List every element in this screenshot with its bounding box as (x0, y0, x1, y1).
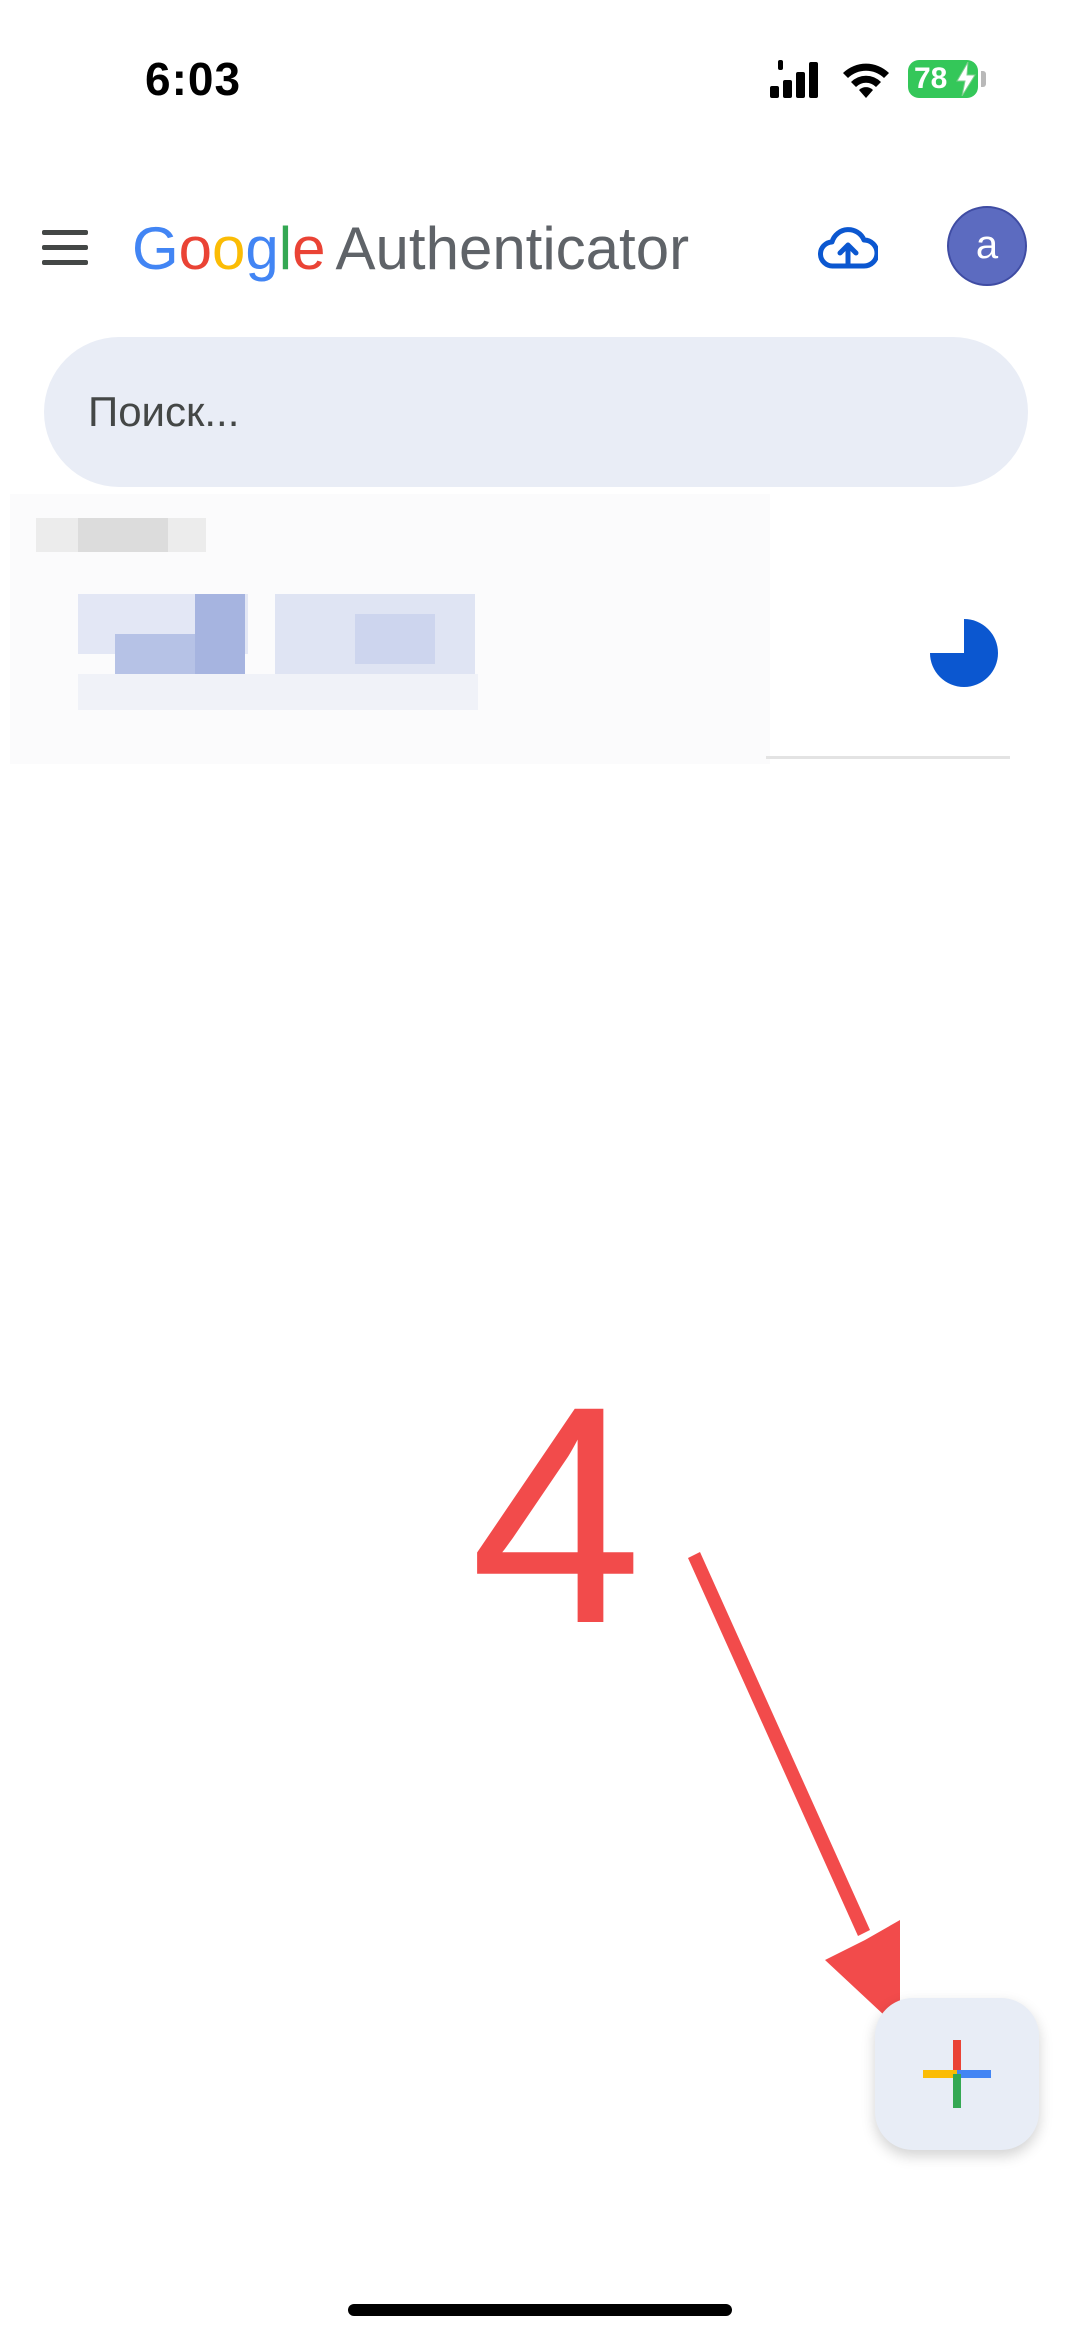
app-name: Authenticator (335, 215, 690, 282)
avatar[interactable]: a (947, 206, 1027, 286)
blurred-issuer (78, 518, 168, 552)
plus-icon (923, 2040, 991, 2108)
brand-letter: l (278, 215, 293, 282)
wifi-icon (843, 63, 889, 98)
brand-letter: o (178, 215, 213, 282)
add-account-button[interactable] (875, 1998, 1039, 2150)
step-number-annotation: 4 (470, 1341, 643, 1688)
brand-letter: o (212, 215, 246, 282)
status-time: 6:03 (145, 53, 242, 105)
brand-letter: e (292, 215, 326, 282)
divider (766, 756, 1010, 759)
blurred-code (195, 594, 245, 674)
charging-bolt-icon (956, 62, 976, 96)
battery-tip (981, 71, 986, 87)
home-indicator[interactable] (348, 2304, 732, 2316)
brand-letter: G (132, 215, 179, 282)
battery-level: 78 (914, 62, 948, 95)
app-logo: Google Authenticator (132, 214, 689, 284)
menu-icon[interactable] (42, 230, 88, 266)
account-list-item[interactable] (10, 494, 1010, 764)
search-input[interactable] (44, 337, 1028, 487)
countdown-timer-icon (930, 619, 998, 687)
brand-letter: g (245, 215, 279, 282)
signal-icon (770, 60, 818, 98)
blurred-code (78, 674, 478, 710)
red-arrow-icon (688, 1552, 900, 2030)
cloud-upload-icon[interactable] (818, 222, 878, 274)
blurred-code (355, 614, 435, 664)
status-bar: 6:03 78 (0, 0, 1080, 150)
